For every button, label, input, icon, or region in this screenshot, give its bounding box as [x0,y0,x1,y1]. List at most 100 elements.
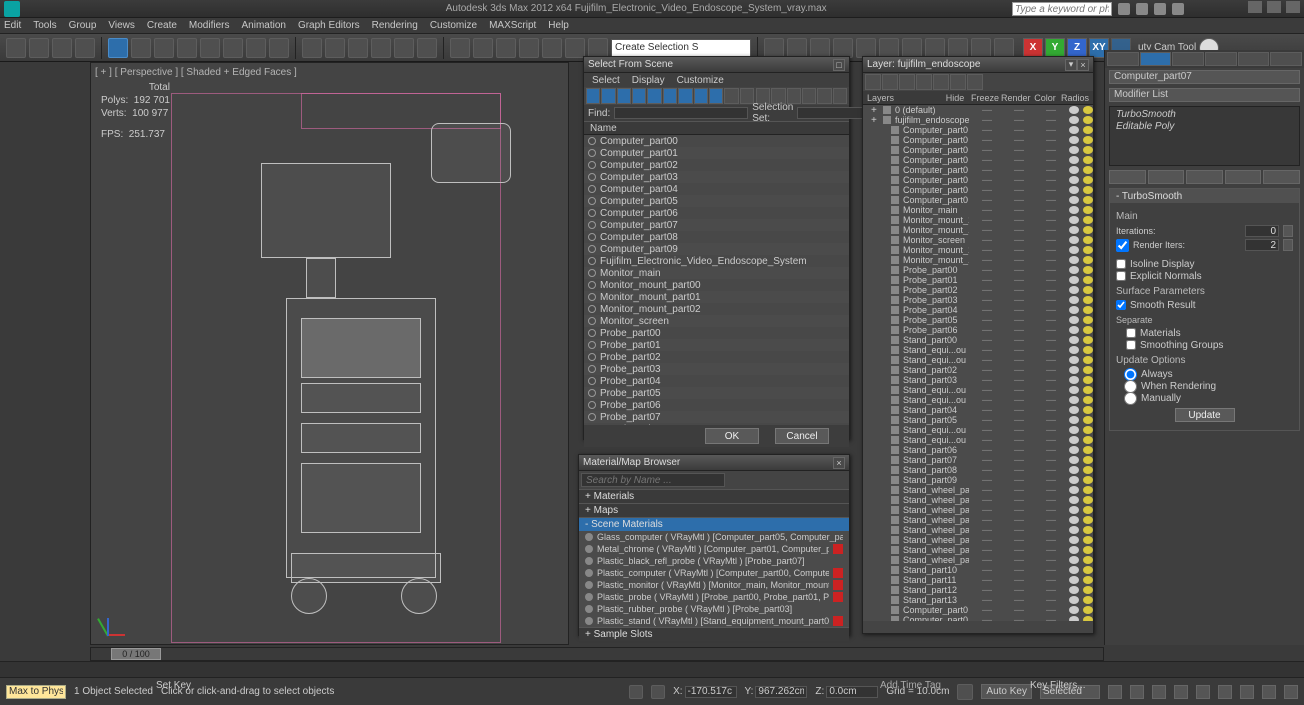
color-swatch[interactable] [1069,546,1079,554]
radiosity-toggle[interactable] [1083,196,1093,204]
material-row[interactable]: Plastic_rubber_probe ( VRayMtl ) [Probe_… [579,603,849,615]
material-row[interactable]: Plastic_black_refl_probe ( VRayMtl ) [Pr… [579,555,849,567]
radiosity-toggle[interactable] [1083,176,1093,184]
play-icon[interactable] [1152,685,1166,699]
show-end-icon[interactable] [1148,170,1185,184]
layer-object-row[interactable]: Computer_part0——— [863,615,1093,621]
cancel-button[interactable]: Cancel [775,428,829,444]
scene-object-list[interactable]: Computer_part00Computer_part01Computer_p… [584,135,849,425]
list-item[interactable]: Monitor_screen [584,315,849,327]
list-item[interactable]: Probe_part06 [584,399,849,411]
iterations-spinner[interactable] [1283,225,1293,237]
layer-object-row[interactable]: Stand_part03——— [863,375,1093,385]
transform-type-icon[interactable] [651,685,665,699]
filter-space-icon[interactable] [663,88,677,104]
render-prod-button[interactable] [833,38,853,58]
color-swatch[interactable] [1069,436,1079,444]
radiosity-toggle[interactable] [1083,446,1093,454]
coord-z-input[interactable] [826,686,878,698]
selection-set-dropdown[interactable] [611,39,751,57]
stack-turbosmooth[interactable]: TurboSmooth [1112,109,1297,121]
color-swatch[interactable] [1069,396,1079,404]
layer-object-row[interactable]: Computer_part0——— [863,155,1093,165]
select-name-button[interactable] [131,38,151,58]
layer-object-row[interactable]: Probe_part03——— [863,295,1093,305]
radiosity-toggle[interactable] [1083,566,1093,574]
list-item[interactable]: Computer_part08 [584,231,849,243]
layer-object-row[interactable]: Stand_equi...ou——— [863,345,1093,355]
color-swatch[interactable] [1069,206,1079,214]
tool-d-button[interactable] [971,38,991,58]
list-item[interactable]: Computer_part04 [584,183,849,195]
layer-add-icon[interactable] [899,74,915,90]
select-inv-icon[interactable] [833,88,847,104]
layer-object-row[interactable]: Stand_part12——— [863,585,1093,595]
tool-a-button[interactable] [902,38,922,58]
color-swatch[interactable] [1069,486,1079,494]
layer-row[interactable]: +0 (default)——— [863,105,1093,115]
tool-b-button[interactable] [925,38,945,58]
prev-frame-icon[interactable] [1130,685,1144,699]
color-swatch[interactable] [1069,406,1079,414]
color-swatch[interactable] [1069,286,1079,294]
spinner-snap-button[interactable] [417,38,437,58]
redo-button[interactable] [29,38,49,58]
material-row[interactable]: Plastic_monitor ( VRayMtl ) [Monitor_mai… [579,579,849,591]
layer-object-row[interactable]: Stand_part05——— [863,415,1093,425]
list-item[interactable]: Computer_part05 [584,195,849,207]
filter-group-icon[interactable] [678,88,692,104]
list-item[interactable]: Probe_part05 [584,387,849,399]
filter-xref-icon[interactable] [694,88,708,104]
list-item[interactable]: Computer_part07 [584,219,849,231]
color-swatch[interactable] [1069,266,1079,274]
layer-object-row[interactable]: Probe_part06——— [863,325,1093,335]
color-swatch[interactable] [1069,276,1079,284]
radiosity-toggle[interactable] [1083,576,1093,584]
time-slider-knob[interactable]: 0 / 100 [111,648,161,660]
filter-helper-icon[interactable] [647,88,661,104]
radiosity-toggle[interactable] [1083,426,1093,434]
tool-e-button[interactable] [994,38,1014,58]
layer-list[interactable]: +0 (default)———+fujifilm_endoscope———Com… [863,105,1093,621]
layer-object-row[interactable]: Stand_part02——— [863,365,1093,375]
axis-y-button[interactable]: Y [1045,38,1065,58]
list-item[interactable]: Monitor_main [584,267,849,279]
viewport-label[interactable]: [ + ] [ Perspective ] [ Shaded + Edged F… [95,67,297,78]
update-button[interactable]: Update [1175,408,1235,422]
layer-object-row[interactable]: Monitor_mount_1——— [863,215,1093,225]
refcoord-button[interactable] [269,38,289,58]
layer-object-row[interactable]: Computer_part0——— [863,135,1093,145]
radiosity-toggle[interactable] [1083,516,1093,524]
select-button[interactable] [108,38,128,58]
material-row[interactable]: Plastic_computer ( VRayMtl ) [Computer_p… [579,567,849,579]
radiosity-toggle[interactable] [1083,586,1093,594]
render-active-button[interactable] [879,38,899,58]
autokey-button[interactable]: Auto Key [981,684,1032,699]
color-swatch[interactable] [1069,586,1079,594]
color-swatch[interactable] [1069,236,1079,244]
radiosity-toggle[interactable] [1083,246,1093,254]
radiosity-toggle[interactable] [1083,496,1093,504]
menu-group[interactable]: Group [69,20,97,31]
radiosity-toggle[interactable] [1083,326,1093,334]
layer-object-row[interactable]: Computer_part0——— [863,145,1093,155]
radiosity-toggle[interactable] [1083,116,1093,124]
color-swatch[interactable] [1069,576,1079,584]
color-swatch[interactable] [1069,346,1079,354]
layer-object-row[interactable]: Stand_part13——— [863,595,1093,605]
color-swatch[interactable] [1069,166,1079,174]
layer-object-row[interactable]: Stand_part10——— [863,565,1093,575]
scale-button[interactable] [246,38,266,58]
group-sample-slots[interactable]: + Sample Slots [579,627,849,641]
render-iters-check[interactable] [1116,239,1129,252]
explicit-check[interactable] [1116,271,1126,281]
goto-end-icon[interactable] [1196,685,1210,699]
layer-object-row[interactable]: Stand_part06——— [863,445,1093,455]
list-item[interactable]: Monitor_mount_part02 [584,303,849,315]
goto-start-icon[interactable] [1108,685,1122,699]
tab-utility-icon[interactable] [1270,52,1302,66]
color-swatch[interactable] [1069,136,1079,144]
list-item[interactable]: Probe_part00 [584,327,849,339]
unique-icon[interactable] [1186,170,1223,184]
layer-object-row[interactable]: Monitor_main——— [863,205,1093,215]
